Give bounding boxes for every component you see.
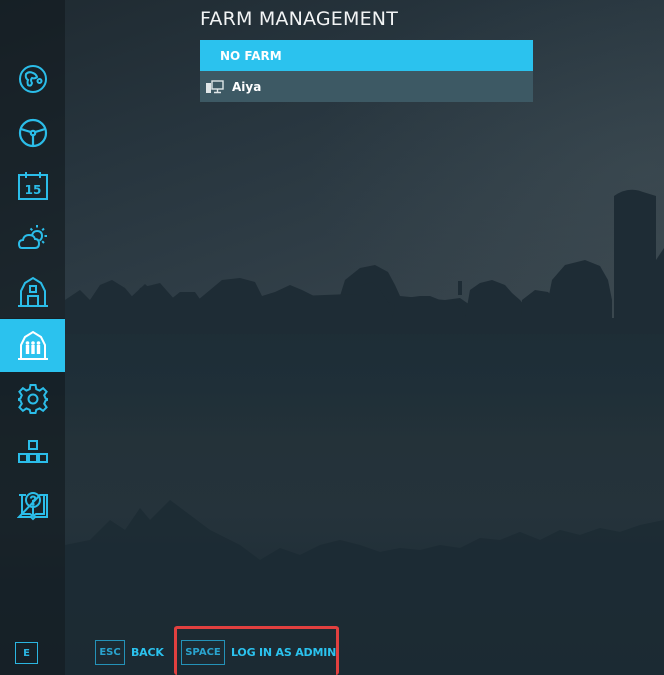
sidebar: 15 E bbox=[0, 0, 65, 675]
weather-icon bbox=[17, 224, 47, 249]
sidebar-item-hierarchy[interactable] bbox=[0, 425, 65, 478]
sidebar-item-help[interactable] bbox=[0, 478, 65, 531]
player-name: Aiya bbox=[232, 79, 262, 94]
log-in-as-admin-button[interactable]: SPACE LOG IN AS ADMIN bbox=[181, 640, 336, 665]
farm-name: NO FARM bbox=[220, 48, 282, 63]
barn-icon bbox=[17, 276, 48, 307]
help-book-icon bbox=[16, 491, 48, 520]
farm-list: NO FARM Aiya bbox=[200, 40, 533, 102]
steering-wheel-icon bbox=[18, 118, 47, 147]
esc-key: ESC bbox=[95, 640, 125, 665]
sidebar-item-settings[interactable] bbox=[0, 372, 65, 425]
space-key: SPACE bbox=[181, 640, 225, 665]
hierarchy-icon bbox=[17, 439, 48, 463]
calendar-icon: 15 bbox=[17, 171, 48, 200]
sidebar-item-vehicles[interactable] bbox=[0, 106, 65, 159]
log-in-as-admin-label: LOG IN AS ADMIN bbox=[231, 646, 337, 659]
e-key-hint[interactable]: E bbox=[15, 642, 38, 664]
sidebar-item-weather[interactable] bbox=[0, 212, 65, 265]
pc-player-icon bbox=[206, 79, 224, 93]
back-button[interactable]: ESC BACK bbox=[95, 640, 164, 665]
player-row[interactable]: Aiya bbox=[200, 71, 533, 102]
back-label: BACK bbox=[131, 646, 164, 659]
sidebar-item-farm-management[interactable] bbox=[0, 319, 65, 372]
gear-icon bbox=[17, 383, 48, 414]
globe-map-icon bbox=[18, 64, 47, 93]
page-title: FARM MANAGEMENT bbox=[200, 8, 399, 30]
sidebar-item-farm[interactable] bbox=[0, 265, 65, 318]
farm-row-no-farm[interactable]: NO FARM bbox=[200, 40, 533, 71]
sidebar-item-map[interactable] bbox=[0, 52, 65, 105]
barn-people-icon bbox=[17, 330, 48, 360]
svg-text:15: 15 bbox=[24, 183, 41, 197]
sidebar-item-calendar[interactable]: 15 bbox=[0, 159, 65, 212]
